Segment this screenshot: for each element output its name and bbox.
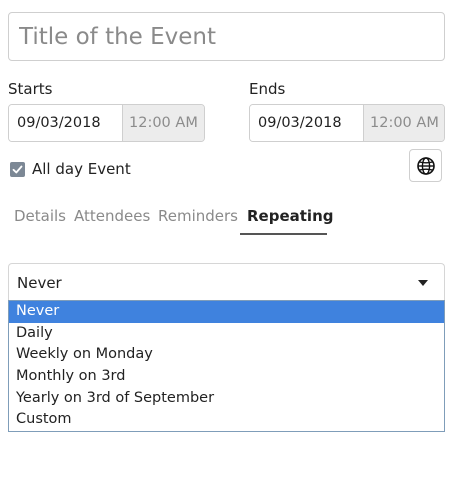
active-tab-indicator: [240, 233, 327, 235]
timezone-button[interactable]: [409, 149, 442, 182]
repeat-select[interactable]: Never: [8, 263, 445, 301]
tab-details[interactable]: Details: [14, 207, 66, 225]
end-time-input[interactable]: [363, 105, 444, 141]
starts-label: Starts: [8, 80, 53, 98]
repeat-option-yearly[interactable]: Yearly on 3rd of September: [9, 388, 444, 410]
repeat-option-custom[interactable]: Custom: [9, 409, 444, 431]
start-datetime: [8, 104, 205, 142]
checkmark-icon: [12, 165, 23, 173]
chevron-down-icon: [418, 280, 428, 286]
tab-repeating[interactable]: Repeating: [247, 207, 333, 225]
start-time-input[interactable]: [122, 105, 204, 141]
all-day-toggle[interactable]: All day Event: [10, 160, 131, 178]
event-form: Starts Ends All day Event Details Attend…: [0, 0, 469, 500]
tab-attendees[interactable]: Attendees: [74, 207, 150, 225]
globe-icon: [416, 156, 435, 175]
tab-reminders[interactable]: Reminders: [158, 207, 238, 225]
end-date-input[interactable]: [250, 105, 363, 141]
repeat-option-monthly[interactable]: Monthly on 3rd: [9, 366, 444, 388]
all-day-checkbox[interactable]: [10, 161, 25, 177]
repeat-selected-value: Never: [17, 273, 62, 292]
start-date-input[interactable]: [9, 105, 122, 141]
repeat-option-never[interactable]: Never: [9, 301, 444, 323]
all-day-label: All day Event: [32, 160, 131, 178]
repeat-options-list: Never Daily Weekly on Monday Monthly on …: [8, 300, 445, 432]
event-title-input[interactable]: [8, 12, 445, 61]
repeat-option-daily[interactable]: Daily: [9, 323, 444, 345]
end-datetime: [249, 104, 445, 142]
repeat-option-weekly[interactable]: Weekly on Monday: [9, 344, 444, 366]
ends-label: Ends: [249, 80, 286, 98]
